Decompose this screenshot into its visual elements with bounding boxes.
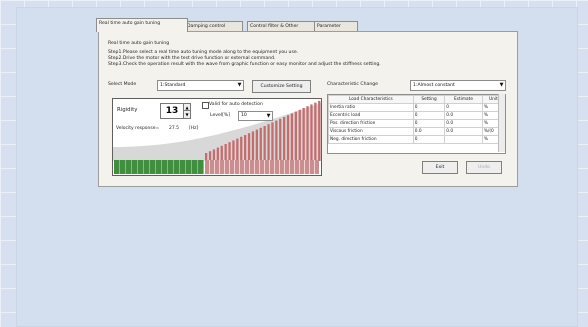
instruction-step3: Step3.Check the operation result with th… xyxy=(108,62,381,67)
instruction-step1: Step1.Please select a real time auto tun… xyxy=(108,50,299,55)
customize-setting-button[interactable]: Customize Setting xyxy=(252,80,311,93)
load-characteristics-table: Load Characteristics Setting Estimate Un… xyxy=(327,94,506,154)
table-cell: 0 xyxy=(412,111,446,120)
undo-button[interactable]: Undo xyxy=(466,161,502,174)
rigidity-bar xyxy=(318,100,321,161)
rigidity-down-button[interactable]: ▼ xyxy=(183,110,191,119)
table-cell: Eccentric load xyxy=(328,111,414,120)
table-row[interactable]: Eccentric load 0 0.0 % xyxy=(328,111,505,120)
table-header-load: Load Characteristics xyxy=(328,95,414,104)
table-cell: 0.0 xyxy=(444,119,483,128)
rigidity-bar xyxy=(255,129,258,161)
valid-auto-detection-label: Valid for auto detection xyxy=(209,102,263,107)
table-cell: 0 xyxy=(444,103,483,112)
level-arrow-icon: ▼ xyxy=(266,113,271,119)
rigidity-bar xyxy=(244,135,247,161)
rigidity-bar xyxy=(306,106,309,161)
table-cell: 0.0 xyxy=(444,127,483,136)
velocity-response-label: Velocity response= xyxy=(116,126,160,131)
rigidity-bar xyxy=(220,145,223,161)
table-row[interactable]: Pos. direction friction 0 0.0 % xyxy=(328,119,505,128)
rigidity-bar xyxy=(294,111,297,161)
table-cell: 0.0 xyxy=(444,111,483,120)
select-mode-label: Select Mode xyxy=(108,82,137,87)
table-cell: Inertia ratio xyxy=(328,103,414,112)
instruction-step2: Step2.Drive the motor with the test driv… xyxy=(108,56,276,61)
level-label: Level[%] xyxy=(210,113,231,118)
rigidity-bar xyxy=(263,126,266,161)
rigidity-pink-strip xyxy=(205,160,319,174)
table-cell: 0 xyxy=(412,135,446,144)
table-cell: 0 xyxy=(412,119,446,128)
rigidity-bar xyxy=(240,136,243,161)
table-cell: 0 xyxy=(412,103,446,112)
velocity-response-value: 27.5 xyxy=(169,126,180,131)
table-header-setting: Setting xyxy=(412,95,446,104)
table-cell: Neg. direction friction xyxy=(328,135,414,144)
table-row[interactable]: Neg. direction friction 0 % xyxy=(328,135,505,144)
characteristic-change-dropdown[interactable]: 1:Almost constant ▼ xyxy=(410,80,506,91)
panel-title: Real time auto gain tuning xyxy=(108,41,170,46)
characteristic-change-label: Characteristic Change xyxy=(327,82,379,87)
rigidity-bar xyxy=(290,113,294,161)
tab-strip: Real time auto gain tuning Damping contr… xyxy=(96,18,516,32)
rigidity-bar xyxy=(310,104,313,161)
dropdown-arrow-icon: ▼ xyxy=(499,82,504,88)
rigidity-bar xyxy=(298,109,301,161)
rigidity-panel: Rigidity 13 ▲ ▼ Valid for auto detection… xyxy=(112,98,322,176)
rigidity-bar xyxy=(283,117,286,161)
tab-real-time-auto-gain-tuning[interactable]: Real time auto gain tuning xyxy=(96,18,188,32)
rigidity-bar xyxy=(259,127,262,161)
rigidity-bar xyxy=(314,102,317,161)
table-row[interactable]: Viscous friction 0.0 0.0 %/(0 xyxy=(328,127,505,136)
rigidity-bar xyxy=(232,140,235,161)
rigidity-bar xyxy=(251,131,255,161)
exit-button[interactable]: Exit xyxy=(422,161,458,174)
valid-auto-detection-checkbox[interactable] xyxy=(202,102,209,109)
rigidity-label: Rigidity xyxy=(117,107,138,113)
rigidity-bar xyxy=(228,142,231,161)
rigidity-bar xyxy=(302,108,305,161)
dropdown-arrow-icon: ▼ xyxy=(237,82,242,88)
rigidity-bar xyxy=(279,118,282,161)
rigidity-bar xyxy=(271,122,274,161)
rigidity-bar xyxy=(275,120,278,161)
rigidity-green-strip xyxy=(114,160,204,174)
table-cell xyxy=(444,135,483,144)
rigidity-bar xyxy=(286,115,290,161)
rigidity-bar xyxy=(216,147,219,161)
table-header-estimate: Estimate xyxy=(444,95,483,104)
table-cell: Pos. direction friction xyxy=(328,119,414,128)
table-row[interactable]: Inertia ratio 0 0 % xyxy=(328,103,505,112)
table-cell: Viscous friction xyxy=(328,127,414,136)
select-mode-value: 1:Standard xyxy=(160,83,186,88)
rigidity-bar xyxy=(247,133,251,161)
characteristic-change-value: 1:Almost constant xyxy=(413,83,455,88)
rigidity-bar xyxy=(224,144,227,161)
rigidity-bar xyxy=(236,138,239,161)
level-input[interactable]: 10 ▼ xyxy=(238,111,273,121)
rigidity-bar xyxy=(267,124,270,161)
velocity-response-unit: [Hz] xyxy=(189,126,199,131)
table-cell: 0.0 xyxy=(412,127,446,136)
table-scrollbar[interactable] xyxy=(498,94,505,152)
select-mode-dropdown[interactable]: 1:Standard ▼ xyxy=(157,80,244,91)
level-value: 10 xyxy=(241,113,247,118)
rigidity-value[interactable]: 13 xyxy=(160,103,184,119)
